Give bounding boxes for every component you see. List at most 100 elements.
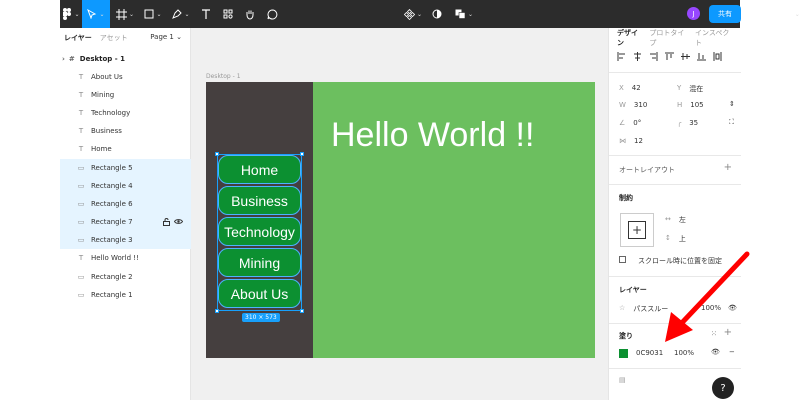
constraint-widget[interactable]: + xyxy=(620,213,654,247)
x-field[interactable]: X 42 xyxy=(619,84,641,92)
main-menu-button[interactable]: ⌄ xyxy=(60,0,82,28)
constrain-proportions-icon[interactable]: ⇕ xyxy=(729,100,735,108)
design-sidebar[interactable]: Home Business Technology Mining About Us… xyxy=(206,82,313,358)
w-value: 310 xyxy=(633,101,648,109)
layer-label: Rectangle 3 xyxy=(91,236,133,244)
comment-tool-button[interactable] xyxy=(262,0,282,28)
layer-frame-desktop[interactable]: › # Desktop - 1 xyxy=(60,50,191,68)
fill-styles-icon[interactable]: ⁙ xyxy=(711,330,717,338)
checkbox-icon[interactable] xyxy=(619,256,626,263)
layer-row[interactable]: T Business xyxy=(60,122,191,140)
corner-radius-field[interactable]: ╭ 35 xyxy=(677,119,698,127)
hello-world-text[interactable]: Hello World !! xyxy=(331,116,534,155)
design-main-area[interactable]: Hello World !! xyxy=(313,82,595,358)
horizontal-constraint-select[interactable]: ↔ 左 xyxy=(665,215,686,225)
layer-row[interactable]: T Home xyxy=(60,140,191,158)
text-layer-icon: T xyxy=(78,127,84,135)
layer-row[interactable]: ▭ Rectangle 4 xyxy=(60,177,191,195)
w-label: W xyxy=(619,101,626,109)
mask-button[interactable] xyxy=(428,0,446,28)
page-selector[interactable]: Page 1 ⌄ xyxy=(150,33,182,41)
rotation-field[interactable]: ∠ 0° xyxy=(619,119,641,127)
align-right-icon[interactable] xyxy=(649,52,658,61)
frame-tool-button[interactable]: ⌄ xyxy=(112,0,138,28)
pen-tool-button[interactable]: ⌄ xyxy=(168,0,194,28)
present-button[interactable] xyxy=(746,0,760,28)
fill-eye-icon[interactable]: 👁 xyxy=(711,348,720,356)
unlock-icon[interactable] xyxy=(163,218,170,226)
remove-fill-icon[interactable]: − xyxy=(729,348,735,356)
layer-row[interactable]: T Hello World !! xyxy=(60,249,191,267)
tab-inspect[interactable]: インスペクト xyxy=(695,28,734,48)
tab-assets[interactable]: アセット xyxy=(100,33,128,43)
nav-button-home[interactable]: Home xyxy=(218,155,301,184)
add-auto-layout-icon[interactable]: + xyxy=(724,162,732,173)
height-field[interactable]: H 105 xyxy=(677,101,704,109)
align-bottom-icon[interactable] xyxy=(697,52,706,61)
align-center-v-icon[interactable] xyxy=(681,52,690,61)
layer-opacity-field[interactable]: 100% xyxy=(701,304,721,312)
vertical-constraint-select[interactable]: ↕ 上 xyxy=(665,234,686,244)
frame-label[interactable]: Desktop - 1 xyxy=(206,73,241,80)
tab-prototype[interactable]: プロトタイプ xyxy=(649,28,689,48)
layer-row[interactable]: ▭ Rectangle 6 xyxy=(60,195,191,213)
x-value: 42 xyxy=(631,84,641,92)
desktop-frame[interactable]: Home Business Technology Mining About Us… xyxy=(206,82,595,358)
hand-tool-button[interactable] xyxy=(240,0,260,28)
canvas[interactable]: Desktop - 1 Home Business Technology Min… xyxy=(191,28,608,400)
nav-button-mining[interactable]: Mining xyxy=(218,248,301,277)
layer-row[interactable]: ▭ Rectangle 3 xyxy=(60,231,191,249)
chevron-down-icon: ⌄ xyxy=(794,10,800,18)
tab-layers[interactable]: レイヤー xyxy=(64,33,92,43)
fix-scroll-checkbox[interactable]: スクロール時に位置を固定 xyxy=(619,256,722,266)
align-center-h-icon[interactable] xyxy=(633,52,642,61)
resize-handle[interactable] xyxy=(215,152,219,156)
fill-swatch[interactable] xyxy=(619,349,628,358)
text-tool-button[interactable] xyxy=(196,0,216,28)
layer-row[interactable]: ▭ Rectangle 2 xyxy=(60,268,191,286)
toolbar: ⌄ ⌄ ⌄ ⌄ ⌄ ⌄ ⌄ J 共有 47% ⌄ xyxy=(60,0,800,28)
help-button[interactable]: ? xyxy=(712,377,734,399)
tab-design[interactable]: デザイン xyxy=(617,28,643,48)
blend-mode-select[interactable]: ☆ パススルー xyxy=(619,304,668,314)
user-avatar[interactable]: J xyxy=(687,7,700,20)
resize-handle[interactable] xyxy=(215,309,219,313)
layer-row[interactable]: T Technology xyxy=(60,104,191,122)
page-label: Page 1 xyxy=(150,33,174,41)
add-fill-icon[interactable]: + xyxy=(724,327,732,338)
corner-radius-value: 35 xyxy=(689,119,699,127)
zoom-control[interactable]: 47% ⌄ xyxy=(775,0,800,28)
layer-eye-icon[interactable]: 👁 xyxy=(728,304,737,312)
nav-button-technology[interactable]: Technology xyxy=(218,217,301,246)
independent-corners-icon[interactable]: ⛶ xyxy=(729,118,734,127)
layer-row[interactable]: T Mining xyxy=(60,86,191,104)
fill-color-row[interactable]: 0C9031 xyxy=(619,349,663,358)
resize-handle[interactable] xyxy=(300,152,304,156)
align-top-icon[interactable] xyxy=(665,52,674,61)
layer-row[interactable]: ▭ Rectangle 7 xyxy=(60,213,191,231)
width-field[interactable]: W 310 xyxy=(619,101,647,109)
boolean-ops-button[interactable]: ⌄ xyxy=(452,0,476,28)
layer-label: Rectangle 5 xyxy=(91,164,133,172)
align-left-icon[interactable] xyxy=(617,52,626,61)
y-field[interactable]: Y 混在 xyxy=(677,84,703,94)
constraint-center[interactable]: + xyxy=(628,221,646,239)
nav-button-business[interactable]: Business xyxy=(218,186,301,215)
resize-handle[interactable] xyxy=(300,309,304,313)
nav-button-about-us[interactable]: About Us xyxy=(218,279,301,308)
share-button[interactable]: 共有 xyxy=(709,5,741,23)
layer-row[interactable]: ▭ Rectangle 5 xyxy=(60,159,191,177)
component-button[interactable]: ⌄ xyxy=(400,0,426,28)
fill-opacity-field[interactable]: 100% xyxy=(674,349,694,357)
distribute-icon[interactable] xyxy=(713,52,722,61)
chevron-down-icon: ⌄ xyxy=(128,10,135,18)
eye-icon[interactable] xyxy=(174,218,183,225)
resources-button[interactable] xyxy=(218,0,238,28)
fill-section-title: 塗り xyxy=(619,332,633,340)
spacing-field[interactable]: ⋈ 12 xyxy=(619,137,643,145)
layer-row[interactable]: T About Us xyxy=(60,68,191,86)
divider xyxy=(609,276,741,277)
layer-row[interactable]: ▭ Rectangle 1 xyxy=(60,286,191,304)
move-tool-button[interactable]: ⌄ xyxy=(82,0,110,28)
shape-tool-button[interactable]: ⌄ xyxy=(140,0,166,28)
